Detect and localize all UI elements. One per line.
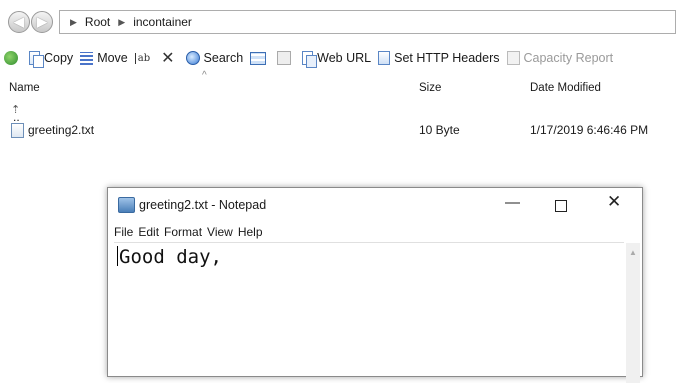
move-button[interactable]: Move <box>80 51 128 65</box>
search-label: Search <box>203 51 244 65</box>
chevron-right-icon: ▶ <box>118 16 126 27</box>
notepad-icon <box>118 197 135 213</box>
back-button[interactable]: ◀ <box>8 11 30 33</box>
maximize-button[interactable] <box>555 200 567 212</box>
http-headers-icon <box>378 51 391 65</box>
web-url-button[interactable]: Web URL <box>302 51 372 68</box>
column-header-name[interactable]: Name <box>9 82 40 94</box>
chevron-right-icon: ▶ <box>70 16 77 27</box>
delete-icon: ✕ <box>161 50 175 67</box>
menu-edit[interactable]: Edit <box>138 225 159 239</box>
copy-icon <box>29 51 44 68</box>
set-http-headers-label: Set HTTP Headers <box>394 51 500 65</box>
notepad-content: Good day, <box>119 246 222 268</box>
copy-button[interactable]: Copy <box>29 51 74 68</box>
notepad-title: greeting2.txt - Notepad <box>139 198 267 212</box>
refresh-button[interactable] <box>0 51 22 65</box>
copy-label: Copy <box>44 51 74 65</box>
arrow-left-icon: ◀ <box>14 14 24 29</box>
column-header-row: Name Size Date Modified <box>0 80 676 98</box>
preview-button[interactable] <box>277 51 295 65</box>
arrow-right-icon: ▶ <box>37 14 47 29</box>
text-file-icon <box>11 123 24 138</box>
search-icon <box>185 51 200 65</box>
vertical-scrollbar[interactable]: ▲ <box>626 243 640 383</box>
preview-icon <box>277 51 292 65</box>
breadcrumb-item-incontainer[interactable]: incontainer <box>133 15 192 29</box>
refresh-icon <box>4 51 18 65</box>
parent-folder-row[interactable]: ⇡ .. <box>0 100 676 124</box>
column-header-date-modified[interactable]: Date Modified <box>530 82 601 94</box>
web-url-label: Web URL <box>317 51 372 65</box>
file-name: greeting2.txt <box>28 123 95 137</box>
move-icon <box>80 51 94 65</box>
move-label: Move <box>97 51 128 65</box>
close-button[interactable]: ✕ <box>607 192 621 212</box>
capacity-report-icon <box>506 51 520 65</box>
address-row: ◀ ▶ ▶ Root ▶ incontainer <box>0 6 676 38</box>
properties-button[interactable] <box>250 51 270 65</box>
notepad-text-area[interactable]: Good day, ▲ <box>114 242 640 383</box>
search-button[interactable]: Search <box>185 51 244 65</box>
toolbar: Copy Move ab ✕ Search Web URL Set HTTP H… <box>0 45 676 71</box>
menu-format[interactable]: Format <box>164 225 202 239</box>
text-caret <box>117 246 118 266</box>
minimize-button[interactable]: — <box>505 194 520 211</box>
menu-view[interactable]: View <box>207 225 233 239</box>
capacity-report-button[interactable]: Capacity Report <box>506 51 614 65</box>
menu-help[interactable]: Help <box>238 225 263 239</box>
column-header-size[interactable]: Size <box>419 82 441 94</box>
table-row[interactable]: greeting2.txt 10 Byte 1/17/2019 6:46:46 … <box>0 120 676 140</box>
properties-icon <box>250 51 267 65</box>
scroll-up-arrow-icon[interactable]: ▲ <box>629 248 637 257</box>
forward-button[interactable]: ▶ <box>31 11 53 33</box>
notepad-content-line: Good day, <box>117 246 222 268</box>
notepad-title-bar[interactable]: greeting2.txt - Notepad — ✕ <box>108 188 642 222</box>
breadcrumb-item-root[interactable]: Root <box>85 15 110 29</box>
file-size: 10 Byte <box>419 123 460 137</box>
web-url-icon <box>302 51 318 68</box>
breadcrumb[interactable]: ▶ Root ▶ incontainer <box>59 10 676 34</box>
rename-button[interactable]: ab <box>134 52 154 64</box>
menu-file[interactable]: File <box>114 225 133 239</box>
delete-button[interactable]: ✕ <box>161 48 178 68</box>
capacity-report-label: Capacity Report <box>523 51 614 65</box>
file-date-modified: 1/17/2019 6:46:46 PM <box>530 123 649 137</box>
notepad-window: greeting2.txt - Notepad — ✕ File Edit Fo… <box>107 187 643 383</box>
set-http-headers-button[interactable]: Set HTTP Headers <box>378 51 500 65</box>
rename-icon: ab <box>134 52 150 64</box>
notepad-menu-bar: File Edit Format View Help <box>114 225 268 239</box>
